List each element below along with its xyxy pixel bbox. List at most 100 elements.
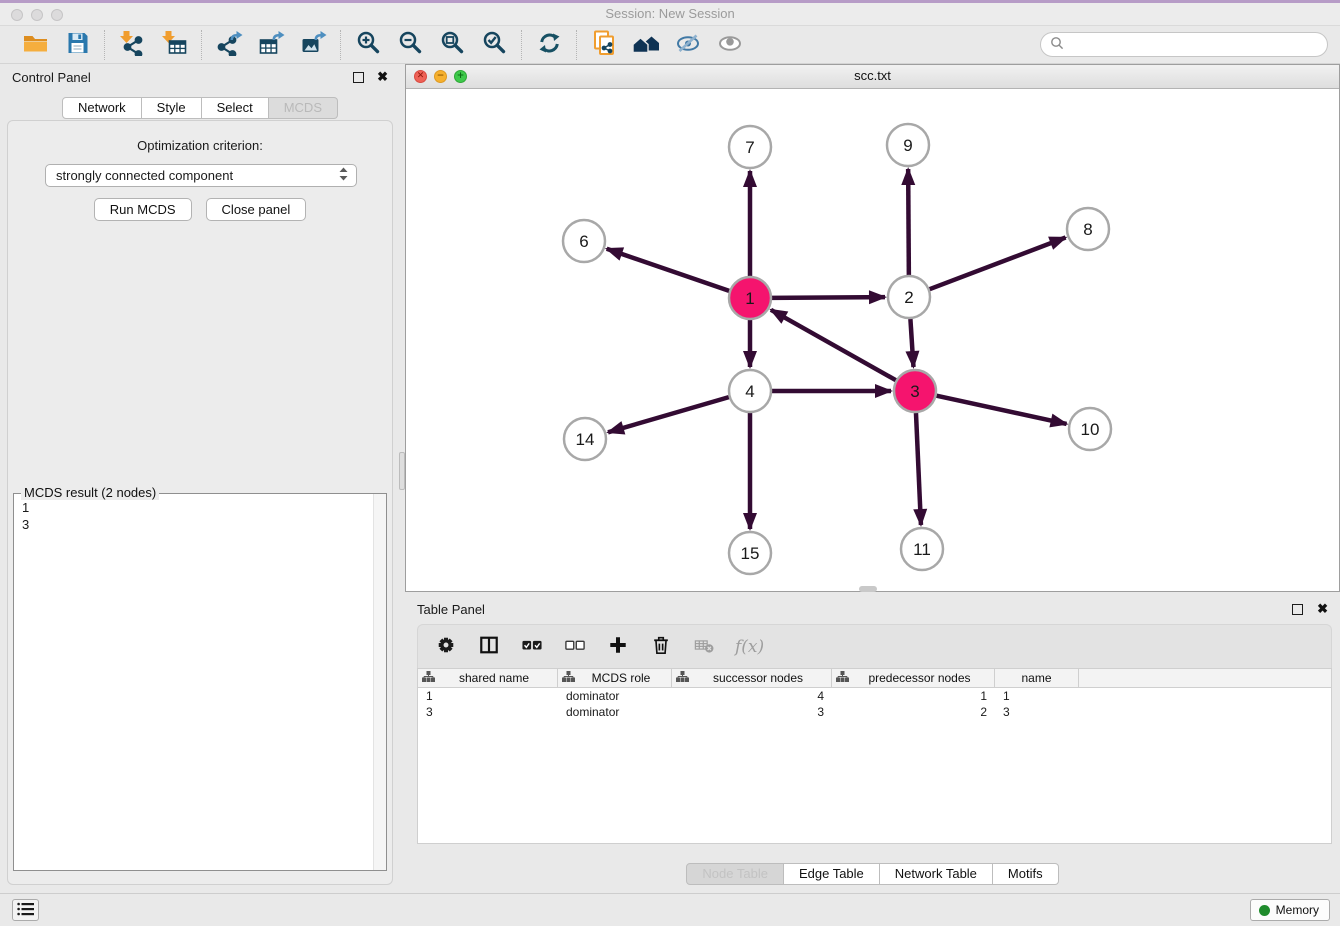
node-10[interactable]: 10 bbox=[1069, 408, 1111, 450]
minimize-view-icon[interactable]: − bbox=[434, 70, 447, 83]
zoom-fit-button[interactable] bbox=[437, 30, 467, 60]
edge-1-6[interactable] bbox=[607, 249, 729, 291]
column-header-successor-nodes[interactable]: successor nodes bbox=[672, 669, 832, 687]
canvas-scroll-nub[interactable] bbox=[859, 586, 877, 592]
table-row[interactable]: 1dominator411 bbox=[418, 688, 1331, 704]
node-table[interactable]: shared nameMCDS rolesuccessor nodesprede… bbox=[417, 668, 1332, 844]
float-panel-icon[interactable] bbox=[353, 72, 364, 83]
tab-network-table[interactable]: Network Table bbox=[880, 863, 993, 885]
cell-shared-name[interactable]: 1 bbox=[418, 688, 558, 704]
node-1[interactable]: 1 bbox=[729, 277, 771, 319]
eye-slash-button[interactable] bbox=[673, 30, 703, 60]
export-table-button[interactable] bbox=[256, 30, 286, 60]
import-network-button[interactable] bbox=[117, 30, 147, 60]
app-titlebar: Session: New Session bbox=[0, 0, 1340, 26]
columns-button[interactable] bbox=[477, 635, 501, 659]
task-history-button[interactable] bbox=[12, 899, 39, 921]
node-15[interactable]: 15 bbox=[729, 532, 771, 574]
close-panel-icon[interactable]: ✖ bbox=[377, 69, 388, 85]
tab-mcds[interactable]: MCDS bbox=[269, 97, 338, 119]
edge-1-2[interactable] bbox=[772, 297, 885, 298]
cell-MCDS-role[interactable]: dominator bbox=[558, 688, 672, 704]
svg-text:15: 15 bbox=[741, 544, 760, 563]
tab-edge-table[interactable]: Edge Table bbox=[784, 863, 880, 885]
zoom-out-button[interactable] bbox=[395, 30, 425, 60]
result-scrollbar[interactable] bbox=[373, 494, 386, 870]
cell-name[interactable]: 1 bbox=[995, 688, 1079, 704]
export-image-button[interactable] bbox=[298, 30, 328, 60]
maximize-view-icon[interactable]: + bbox=[454, 70, 467, 83]
cell-predecessor-nodes[interactable]: 1 bbox=[832, 688, 995, 704]
node-3[interactable]: 3 bbox=[894, 370, 936, 412]
cell-MCDS-role[interactable]: dominator bbox=[558, 704, 672, 720]
node-11[interactable]: 11 bbox=[901, 528, 943, 570]
close-view-icon[interactable]: ✕ bbox=[414, 70, 427, 83]
result-item[interactable]: 1 bbox=[22, 499, 386, 516]
window-title: Session: New Session bbox=[0, 3, 1340, 25]
node-9[interactable]: 9 bbox=[887, 124, 929, 166]
edge-3-10[interactable] bbox=[936, 396, 1066, 424]
edge-3-11[interactable] bbox=[916, 413, 921, 525]
memory-button[interactable]: Memory bbox=[1250, 899, 1330, 921]
close-table-panel-icon[interactable]: ✖ bbox=[1317, 601, 1328, 617]
export-network-button[interactable] bbox=[214, 30, 244, 60]
node-8[interactable]: 8 bbox=[1067, 208, 1109, 250]
edge-4-14[interactable] bbox=[608, 397, 729, 432]
trash-button[interactable] bbox=[649, 635, 673, 659]
close-panel-button[interactable]: Close panel bbox=[206, 198, 307, 221]
checkbox-unchecked-pair-button[interactable] bbox=[563, 635, 587, 659]
cell-successor-nodes[interactable]: 3 bbox=[672, 704, 832, 720]
cell-predecessor-nodes[interactable]: 2 bbox=[832, 704, 995, 720]
edge-2-8[interactable] bbox=[930, 238, 1066, 290]
maximize-window-icon[interactable] bbox=[51, 9, 63, 21]
tab-motifs[interactable]: Motifs bbox=[993, 863, 1059, 885]
cell-successor-nodes[interactable]: 4 bbox=[672, 688, 832, 704]
tab-select[interactable]: Select bbox=[202, 97, 269, 119]
column-header-MCDS-role[interactable]: MCDS role bbox=[558, 669, 672, 687]
tab-node-table[interactable]: Node Table bbox=[686, 863, 784, 885]
houses-button[interactable] bbox=[631, 30, 661, 60]
optimization-criterion-select[interactable]: strongly connected component bbox=[45, 164, 357, 187]
export-network-icon bbox=[216, 30, 243, 59]
minimize-window-icon[interactable] bbox=[31, 9, 43, 21]
cell-shared-name[interactable]: 3 bbox=[418, 704, 558, 720]
close-window-icon[interactable] bbox=[11, 9, 23, 21]
checkbox-checked-pair-icon bbox=[521, 635, 543, 658]
search-input[interactable] bbox=[1069, 35, 1327, 55]
edge-3-1[interactable] bbox=[771, 310, 896, 380]
table-row[interactable]: 3dominator323 bbox=[418, 704, 1331, 720]
main-toolbar bbox=[0, 26, 1340, 64]
cell-name[interactable]: 3 bbox=[995, 704, 1079, 720]
node-7[interactable]: 7 bbox=[729, 126, 771, 168]
refresh-button[interactable] bbox=[534, 30, 564, 60]
zoom-selected-button[interactable] bbox=[479, 30, 509, 60]
plus-button[interactable] bbox=[606, 635, 630, 659]
node-4[interactable]: 4 bbox=[729, 370, 771, 412]
clone-network-button[interactable] bbox=[589, 30, 619, 60]
column-header-shared-name[interactable]: shared name bbox=[418, 669, 558, 687]
node-14[interactable]: 14 bbox=[564, 418, 606, 460]
tab-style[interactable]: Style bbox=[142, 97, 202, 119]
column-header-predecessor-nodes[interactable]: predecessor nodes bbox=[832, 669, 995, 687]
import-table-button[interactable] bbox=[159, 30, 189, 60]
run-mcds-button[interactable]: Run MCDS bbox=[94, 198, 192, 221]
network-canvas[interactable]: 7 9 6 8 1 2 4 3 14 10 15 11 bbox=[406, 89, 1339, 591]
node-2[interactable]: 2 bbox=[888, 276, 930, 318]
network-window-titlebar[interactable]: ✕ − + scc.txt bbox=[406, 65, 1339, 89]
eye-button[interactable] bbox=[715, 30, 745, 60]
open-folder-button[interactable] bbox=[20, 30, 50, 60]
edge-2-9[interactable] bbox=[908, 169, 909, 275]
node-6[interactable]: 6 bbox=[563, 220, 605, 262]
svg-text:14: 14 bbox=[576, 430, 595, 449]
panel-divider-handle[interactable] bbox=[399, 452, 405, 490]
edge-2-3[interactable] bbox=[910, 319, 913, 367]
search-box[interactable] bbox=[1040, 32, 1328, 57]
checkbox-checked-pair-button[interactable] bbox=[520, 635, 544, 659]
tab-network[interactable]: Network bbox=[62, 97, 142, 119]
column-header-name[interactable]: name bbox=[995, 669, 1079, 687]
gear-button[interactable] bbox=[434, 635, 458, 659]
zoom-in-button[interactable] bbox=[353, 30, 383, 60]
float-table-panel-icon[interactable] bbox=[1292, 604, 1303, 615]
result-item[interactable]: 3 bbox=[22, 516, 386, 533]
save-button[interactable] bbox=[62, 30, 92, 60]
